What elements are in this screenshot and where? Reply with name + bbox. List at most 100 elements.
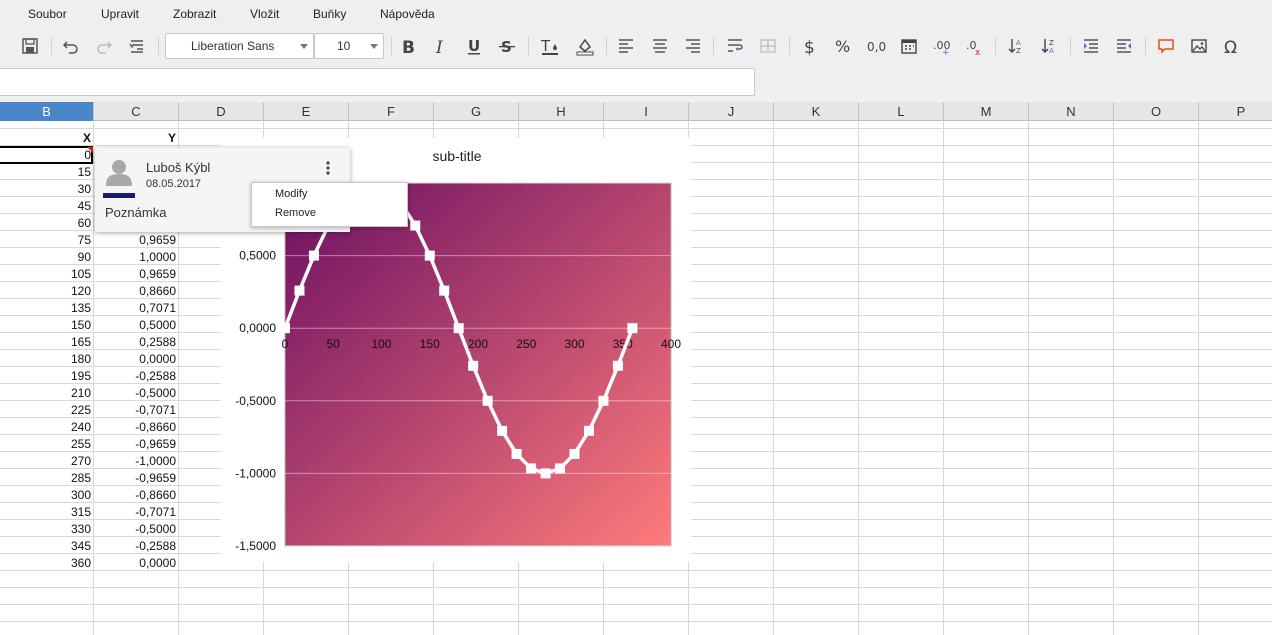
font-size-combo[interactable]: 10: [314, 33, 384, 59]
column-header-p[interactable]: P: [1199, 102, 1272, 121]
cell-x[interactable]: 285: [0, 470, 94, 487]
cell-x[interactable]: 210: [0, 385, 94, 402]
redo-icon[interactable]: [91, 33, 117, 59]
cell-y[interactable]: 0,2588: [94, 334, 179, 351]
remove-decimal-icon[interactable]: .0 x: [962, 33, 988, 59]
font-name-combo[interactable]: Liberation Sans: [165, 33, 314, 59]
menu-bunky[interactable]: Buňky: [313, 7, 346, 21]
bold-icon[interactable]: B: [395, 33, 421, 59]
cell-x[interactable]: 255: [0, 436, 94, 453]
undo-icon[interactable]: [58, 33, 84, 59]
cell-y[interactable]: -1,0000: [94, 453, 179, 470]
cell-y[interactable]: -0,8660: [94, 487, 179, 504]
cell-y[interactable]: 0,0000: [94, 351, 179, 368]
cell-x[interactable]: 45: [0, 198, 94, 215]
column-header-k[interactable]: K: [774, 102, 859, 121]
decrease-indent-icon[interactable]: [1111, 33, 1137, 59]
cell-y[interactable]: 0,7071: [94, 300, 179, 317]
merge-cells-icon[interactable]: [755, 33, 781, 59]
strikethrough-icon[interactable]: S: [494, 33, 520, 59]
column-header-l[interactable]: L: [859, 102, 944, 121]
column-header-i[interactable]: I: [604, 102, 689, 121]
column-header-g[interactable]: G: [434, 102, 519, 121]
currency-icon[interactable]: $: [797, 33, 823, 59]
italic-icon[interactable]: I: [428, 33, 454, 59]
sort-ascending-icon[interactable]: AZ: [1003, 33, 1029, 59]
menu-napoveda[interactable]: Nápověda: [380, 7, 435, 21]
cell-x[interactable]: 60: [0, 215, 94, 232]
column-header-c[interactable]: C: [94, 102, 179, 121]
cell-header-x[interactable]: X: [0, 130, 94, 147]
comment-text[interactable]: Poznámka: [105, 205, 166, 220]
cell-y[interactable]: 0,0000: [94, 555, 179, 572]
cell-y[interactable]: -0,2588: [94, 538, 179, 555]
menu-vlozit[interactable]: Vložit: [250, 7, 279, 21]
cell-y[interactable]: -0,8660: [94, 419, 179, 436]
menu-item-remove[interactable]: Remove: [275, 207, 316, 219]
date-icon[interactable]: [896, 33, 922, 59]
cell-x[interactable]: 330: [0, 521, 94, 538]
add-decimal-icon[interactable]: .00 +: [929, 33, 955, 59]
cell-y[interactable]: -0,9659: [94, 436, 179, 453]
cell-x[interactable]: 120: [0, 283, 94, 300]
number-format-icon[interactable]: 0,0: [863, 33, 889, 59]
cell-x[interactable]: 90: [0, 249, 94, 266]
save-icon[interactable]: [17, 33, 43, 59]
highlight-icon[interactable]: [572, 33, 598, 59]
align-center-icon[interactable]: [647, 33, 673, 59]
menu-soubor[interactable]: Soubor: [28, 7, 67, 21]
cell-y[interactable]: 0,5000: [94, 317, 179, 334]
cell-x[interactable]: 165: [0, 334, 94, 351]
percent-icon[interactable]: %: [830, 33, 856, 59]
column-header-b[interactable]: B: [0, 102, 94, 121]
comment-indicator[interactable]: [87, 147, 93, 153]
cell-x[interactable]: 195: [0, 368, 94, 385]
wrap-text-icon[interactable]: [722, 33, 748, 59]
sort-descending-icon[interactable]: ZA: [1036, 33, 1062, 59]
cell-x[interactable]: 240: [0, 419, 94, 436]
increase-indent-icon[interactable]: [1078, 33, 1104, 59]
column-header-d[interactable]: D: [179, 102, 264, 121]
column-header-m[interactable]: M: [944, 102, 1029, 121]
cell-header-y[interactable]: Y: [94, 130, 179, 147]
column-header-j[interactable]: J: [689, 102, 774, 121]
column-header-f[interactable]: F: [349, 102, 434, 121]
cell-x[interactable]: 345: [0, 538, 94, 555]
cell-x[interactable]: 135: [0, 300, 94, 317]
insert-image-icon[interactable]: [1186, 33, 1212, 59]
cell-y[interactable]: -0,5000: [94, 385, 179, 402]
cell-y[interactable]: -0,2588: [94, 368, 179, 385]
cell-x[interactable]: 15: [0, 164, 94, 181]
cell-x[interactable]: 360: [0, 555, 94, 572]
cell-y[interactable]: 0,9659: [94, 232, 179, 249]
cell-y[interactable]: -0,7071: [94, 504, 179, 521]
special-character-icon[interactable]: Ω: [1219, 33, 1245, 59]
cell-y[interactable]: 0,8660: [94, 283, 179, 300]
more-options-icon[interactable]: [323, 160, 333, 176]
font-color-icon[interactable]: T: [537, 33, 563, 59]
align-right-icon[interactable]: [680, 33, 706, 59]
cell-y[interactable]: 0,9659: [94, 266, 179, 283]
cell-x[interactable]: 75: [0, 232, 94, 249]
cell-x[interactable]: 315: [0, 504, 94, 521]
insert-comment-icon[interactable]: [1153, 33, 1179, 59]
menu-item-modify[interactable]: Modify: [275, 188, 307, 200]
cell-x[interactable]: 105: [0, 266, 94, 283]
underline-icon[interactable]: U: [461, 33, 487, 59]
column-header-e[interactable]: E: [264, 102, 349, 121]
cell-x[interactable]: 225: [0, 402, 94, 419]
column-header-n[interactable]: N: [1029, 102, 1114, 121]
cell-y[interactable]: -0,7071: [94, 402, 179, 419]
cell-y[interactable]: -0,5000: [94, 521, 179, 538]
cell-x[interactable]: 180: [0, 351, 94, 368]
cell-x[interactable]: 300: [0, 487, 94, 504]
cell-x[interactable]: 30: [0, 181, 94, 198]
menu-zobrazit[interactable]: Zobrazit: [173, 7, 216, 21]
clear-formatting-icon[interactable]: [124, 33, 150, 59]
column-header-h[interactable]: H: [519, 102, 604, 121]
cell-y[interactable]: 1,0000: [94, 249, 179, 266]
active-cell[interactable]: [0, 146, 93, 164]
cell-y[interactable]: -0,9659: [94, 470, 179, 487]
column-header-o[interactable]: O: [1114, 102, 1199, 121]
cell-x[interactable]: 150: [0, 317, 94, 334]
